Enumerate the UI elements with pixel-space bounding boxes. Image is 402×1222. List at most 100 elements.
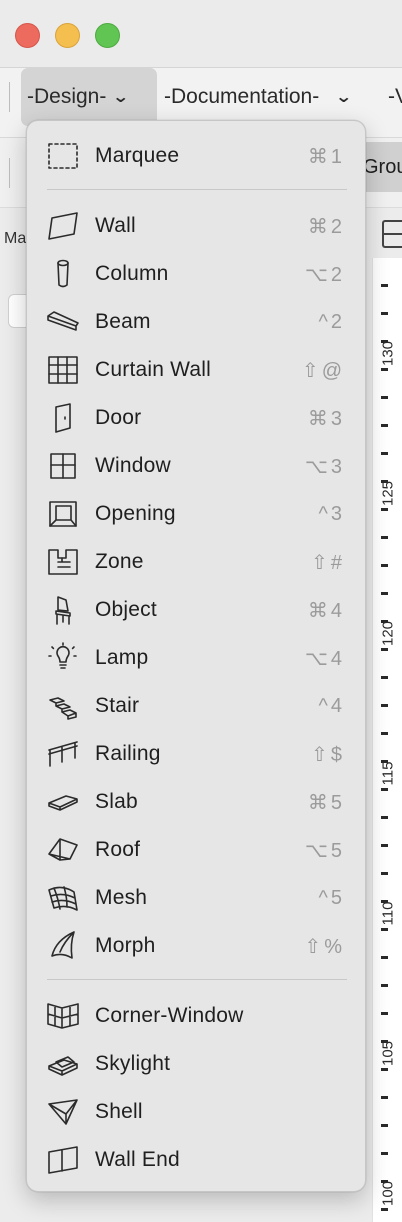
menu-item-label: Door [95, 406, 142, 429]
skylight-icon [45, 1048, 81, 1080]
menu-item-label: Column [95, 262, 169, 285]
menu-item-railing[interactable]: Railing ⇧$ [27, 730, 367, 778]
menu-item-shortcut: ⌥3 [304, 455, 345, 478]
ruler-label: 120 [379, 620, 397, 647]
menu-item-stair[interactable]: Stair ^4 [27, 682, 367, 730]
menu-item-curtain-wall[interactable]: Curtain Wall ⇧@ [27, 346, 367, 394]
menu-item-object[interactable]: Object ⌘4 [27, 586, 367, 634]
ruler-tick [381, 452, 388, 455]
menu-item-door[interactable]: Door ⌘3 [27, 394, 367, 442]
marquee-icon [45, 140, 81, 172]
minimize-window-button[interactable] [55, 23, 80, 48]
roof-icon [45, 834, 81, 866]
zone-icon [45, 546, 81, 578]
menu-item-shortcut: ⌥4 [304, 647, 345, 670]
menu-item-shortcut: ⇧# [311, 551, 345, 574]
opening-icon [45, 498, 81, 530]
menu-item-shortcut: ^3 [318, 502, 345, 525]
menu-item-shortcut: ^2 [318, 310, 345, 333]
design-dropdown[interactable]: -Design- ⌄ [21, 68, 157, 126]
door-icon [45, 402, 81, 434]
corner-window-icon [45, 1000, 81, 1032]
menu-item-label: Marquee [95, 144, 180, 167]
ruler-tick [381, 1152, 388, 1155]
menu-item-label: Mesh [95, 886, 148, 909]
design-dropdown-label: -Design- [27, 85, 107, 108]
menu-item-label: Railing [95, 742, 161, 765]
menu-item-mesh[interactable]: Mesh ^5 [27, 874, 367, 922]
menu-item-zone[interactable]: Zone ⇧# [27, 538, 367, 586]
menu-item-shortcut: ⌘4 [307, 599, 345, 622]
vertical-ruler: 130 125 120 115 110 105 100 [372, 258, 402, 1222]
ruler-label: 110 [379, 901, 397, 926]
chevron-down-icon: ⌄ [335, 89, 353, 106]
lamp-icon [45, 642, 81, 674]
menu-item-shortcut: ⌘5 [307, 791, 345, 814]
wall-end-icon [45, 1144, 81, 1176]
menu-item-shell[interactable]: Shell [27, 1088, 367, 1136]
ruler-tick [381, 984, 388, 987]
third-dropdown[interactable]: -V [388, 68, 402, 126]
pane-layout-icon[interactable] [382, 220, 402, 248]
menu-item-slab[interactable]: Slab ⌘5 [27, 778, 367, 826]
menu-item-shortcut: ⌘3 [307, 407, 345, 430]
menu-item-shortcut: ⇧@ [301, 359, 345, 382]
ruler-tick [381, 592, 388, 595]
menu-item-label: Stair [95, 694, 140, 717]
ruler-tick [381, 424, 388, 427]
menu-item-label: Morph [95, 934, 156, 957]
menu-item-shortcut: ⌘2 [307, 215, 345, 238]
menu-item-shortcut: ^4 [318, 694, 345, 717]
beam-icon [45, 306, 81, 338]
ruler-tick [381, 732, 388, 735]
side-panel-label: Ma [4, 230, 27, 247]
ruler-tick [381, 1012, 388, 1015]
menu-item-label: Skylight [95, 1052, 171, 1075]
menu-item-morph[interactable]: Morph ⇧% [27, 922, 367, 970]
ruler-tick [381, 704, 388, 707]
mesh-icon [45, 882, 81, 914]
menu-item-shortcut: ⌘1 [307, 145, 345, 168]
menu-item-beam[interactable]: Beam ^2 [27, 298, 367, 346]
menu-item-label: Lamp [95, 646, 149, 669]
menu-item-label: Roof [95, 838, 141, 861]
menu-item-label: Opening [95, 502, 176, 525]
menu-item-label: Slab [95, 790, 138, 813]
menu-item-shortcut: ⇧% [304, 935, 345, 958]
menu-separator [47, 979, 347, 980]
menu-item-label: Wall [95, 214, 136, 237]
menu-item-wall-end[interactable]: Wall End [27, 1136, 367, 1184]
menu-item-opening[interactable]: Opening ^3 [27, 490, 367, 538]
menu-item-label: Curtain Wall [95, 358, 211, 381]
menu-item-label: Object [95, 598, 157, 621]
ruler-tick [381, 396, 388, 399]
documentation-dropdown[interactable]: -Documentation- ⌄ [164, 68, 353, 126]
menu-item-shortcut: ^5 [318, 886, 345, 909]
window-icon [45, 450, 81, 482]
stair-icon [45, 690, 81, 722]
ruler-tick [381, 956, 388, 959]
menu-item-marquee[interactable]: Marquee ⌘1 [27, 132, 367, 180]
menu-item-label: Shell [95, 1100, 143, 1123]
menu-item-shortcut: ⇧$ [311, 743, 345, 766]
ruler-tick [381, 676, 388, 679]
menu-item-lamp[interactable]: Lamp ⌥4 [27, 634, 367, 682]
ruler-tick [381, 536, 388, 539]
menu-item-column[interactable]: Column ⌥2 [27, 250, 367, 298]
close-window-button[interactable] [15, 23, 40, 48]
menu-item-skylight[interactable]: Skylight [27, 1040, 367, 1088]
window-titlebar [0, 0, 402, 68]
ruler-label: 115 [379, 761, 397, 786]
menu-item-label: Corner-Window [95, 1004, 244, 1027]
zoom-window-button[interactable] [95, 23, 120, 48]
menu-item-wall[interactable]: Wall ⌘2 [27, 202, 367, 250]
ruler-label: 100 [379, 1180, 397, 1207]
menu-item-window[interactable]: Window ⌥3 [27, 442, 367, 490]
ruler-tick [381, 844, 388, 847]
menu-item-corner-window[interactable]: Corner-Window [27, 992, 367, 1040]
ruler-tick [381, 312, 388, 315]
menu-item-shortcut: ⌥5 [304, 839, 345, 862]
menu-item-roof[interactable]: Roof ⌥5 [27, 826, 367, 874]
third-dropdown-label: -V [388, 85, 402, 108]
slab-icon [45, 786, 81, 818]
